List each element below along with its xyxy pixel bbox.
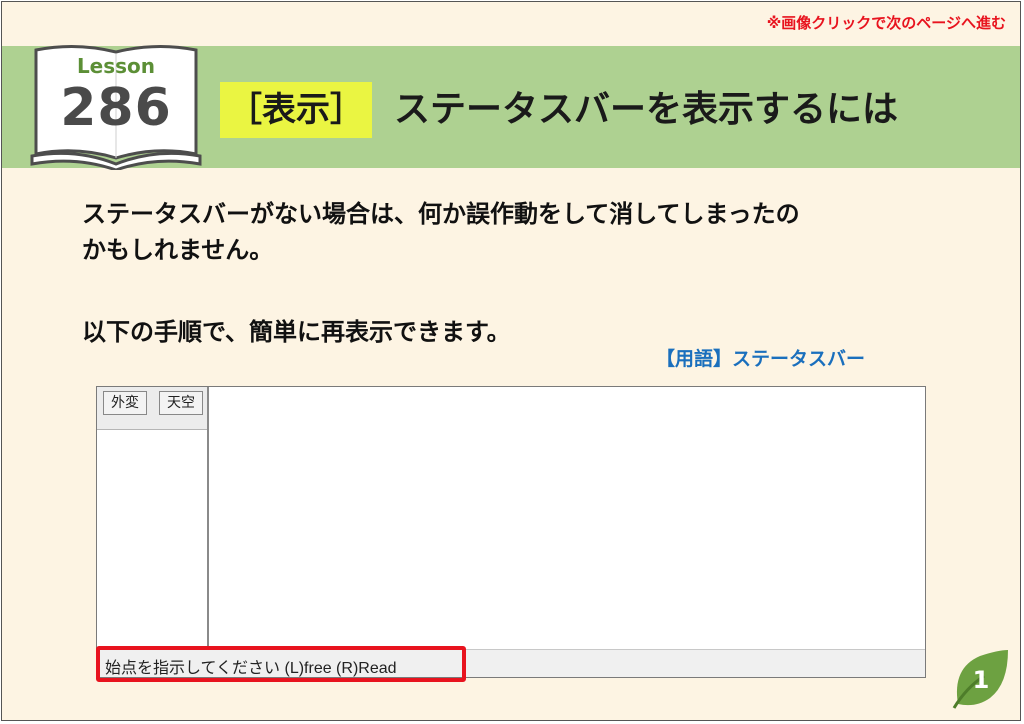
side-panel-toolbar: 外変 天空 bbox=[97, 387, 207, 430]
toolbar-button-gaihen[interactable]: 外変 bbox=[103, 391, 147, 415]
body-line: ステータスバーがない場合は、何か誤作動をして消してしまったの bbox=[82, 200, 800, 228]
page-title: ステータスバーを表示するには bbox=[394, 89, 899, 130]
app-window-screenshot: 外変 天空 始点を指示してください (L)free (R)Read bbox=[96, 386, 926, 678]
page-number: 1 bbox=[973, 666, 990, 694]
leaf-icon: 1 bbox=[952, 650, 1008, 709]
side-panel: 外変 天空 bbox=[97, 387, 209, 649]
page-number-badge: 1 bbox=[950, 648, 1010, 710]
nav-hint: ※画像クリックで次のページへ進む bbox=[766, 14, 1006, 32]
title-category-tag: ［表示］ bbox=[220, 82, 372, 138]
lesson-book-badge: Lesson 286 bbox=[30, 42, 202, 172]
body-text: ステータスバーがない場合は、何か誤作動をして消してしまったの かもしれません。 … bbox=[82, 196, 962, 350]
glossary-link[interactable]: 【用語】ステータスバー bbox=[656, 344, 865, 371]
body-line: かもしれません。 bbox=[82, 236, 274, 264]
lesson-number: 286 bbox=[60, 78, 172, 138]
toolbar-button-tenku[interactable]: 天空 bbox=[159, 391, 203, 415]
status-bar-highlight bbox=[96, 646, 466, 682]
lesson-label: Lesson bbox=[76, 54, 156, 78]
